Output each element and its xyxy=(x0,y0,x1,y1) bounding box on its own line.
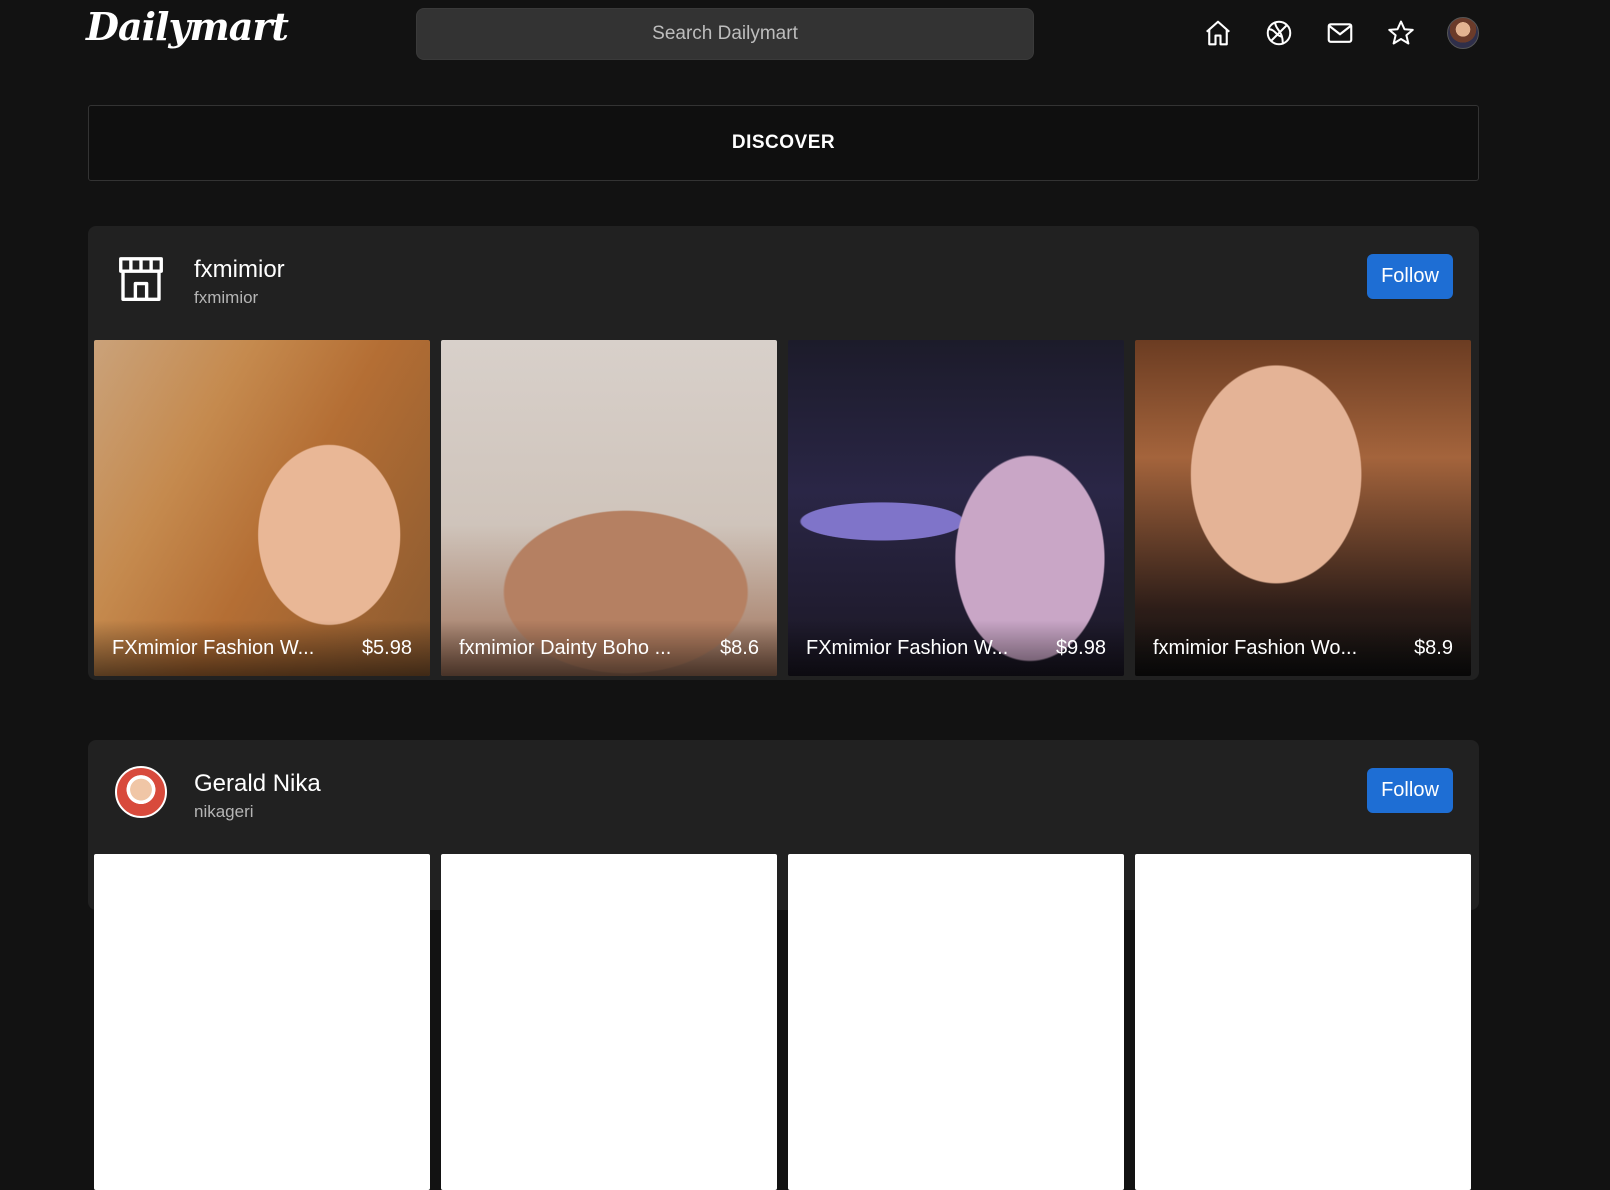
discover-header[interactable]: DISCOVER xyxy=(88,105,1479,181)
product-card[interactable] xyxy=(1135,854,1471,1190)
product-caption: FXmimior Fashion W... $9.98 xyxy=(788,620,1124,676)
seller-handle: nikageri xyxy=(194,802,254,821)
seller-name[interactable]: fxmimior xyxy=(194,256,285,284)
product-image xyxy=(94,854,430,1190)
product-image xyxy=(788,854,1124,1190)
top-navigation-bar: Dailymart xyxy=(0,0,1610,72)
store-icon[interactable] xyxy=(114,252,168,306)
mail-icon[interactable] xyxy=(1325,18,1355,48)
product-image xyxy=(441,854,777,1190)
product-price: $9.98 xyxy=(1055,636,1106,659)
seller-name[interactable]: Gerald Nika xyxy=(194,770,321,798)
product-title: FXmimior Fashion W... xyxy=(806,636,1009,659)
product-card[interactable]: fxmimior Dainty Boho ... $8.6 xyxy=(441,340,777,676)
product-image xyxy=(1135,854,1471,1190)
product-card[interactable] xyxy=(788,854,1124,1190)
product-caption: fxmimior Fashion Wo... $8.9 xyxy=(1135,620,1471,676)
search-input[interactable] xyxy=(417,8,1033,60)
seller-header: fxmimior fxmimior Follow xyxy=(88,226,1479,340)
seller-header: Gerald Nika nikageri Follow xyxy=(88,740,1479,854)
product-title: FXmimior Fashion W... xyxy=(112,636,315,659)
search-bar[interactable] xyxy=(416,8,1034,60)
product-caption: fxmimior Dainty Boho ... $8.6 xyxy=(441,620,777,676)
follow-button[interactable]: Follow xyxy=(1367,254,1453,299)
product-price: $8.6 xyxy=(720,636,759,659)
product-title: fxmimior Dainty Boho ... xyxy=(459,636,672,659)
seller-handle: fxmimior xyxy=(194,288,259,307)
profile-avatar[interactable] xyxy=(1447,17,1479,49)
product-price: $5.98 xyxy=(361,636,412,659)
product-card[interactable]: FXmimior Fashion W... $5.98 xyxy=(94,340,430,676)
seller-card: fxmimior fxmimior Follow FXmimior Fashio… xyxy=(88,226,1479,680)
product-card[interactable]: FXmimior Fashion W... $9.98 xyxy=(788,340,1124,676)
product-title: fxmimior Fashion Wo... xyxy=(1153,636,1358,659)
product-grid xyxy=(94,854,1471,1190)
nav-icons xyxy=(1203,17,1479,49)
product-price: $8.9 xyxy=(1414,636,1453,659)
product-card[interactable] xyxy=(441,854,777,1190)
product-card[interactable]: fxmimior Fashion Wo... $8.9 xyxy=(1135,340,1471,676)
product-card[interactable] xyxy=(94,854,430,1190)
product-grid: FXmimior Fashion W... $5.98 fxmimior Dai… xyxy=(94,340,1471,676)
home-icon[interactable] xyxy=(1203,18,1233,48)
star-icon[interactable] xyxy=(1386,18,1416,48)
user-avatar[interactable] xyxy=(115,766,167,818)
follow-button[interactable]: Follow xyxy=(1367,768,1453,813)
explore-icon[interactable] xyxy=(1264,18,1294,48)
product-caption: FXmimior Fashion W... $5.98 xyxy=(94,620,430,676)
seller-card: Gerald Nika nikageri Follow xyxy=(88,740,1479,1190)
dailymart-logo[interactable]: Dailymart xyxy=(86,4,289,49)
